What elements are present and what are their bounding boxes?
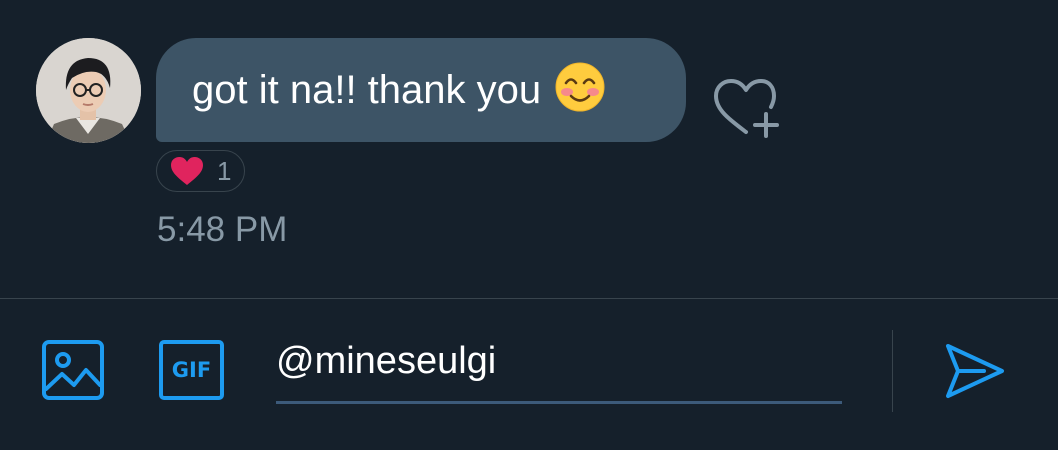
composer-divider <box>0 298 1058 299</box>
message-bubble[interactable]: got it na!! thank you <box>156 38 686 142</box>
composer-separator <box>892 330 893 412</box>
add-gif-button[interactable]: GIF <box>159 340 224 400</box>
image-icon <box>42 340 104 400</box>
reaction-count: 1 <box>217 155 232 186</box>
gif-icon: GIF <box>159 340 224 400</box>
send-button[interactable] <box>944 342 1006 400</box>
red-heart-icon <box>171 157 203 185</box>
heart-plus-icon <box>714 79 779 138</box>
sender-avatar[interactable] <box>36 38 141 143</box>
send-icon <box>946 344 1004 398</box>
message-input[interactable] <box>276 336 842 404</box>
reaction-pill[interactable]: 1 <box>156 150 245 192</box>
add-image-button[interactable] <box>42 340 104 400</box>
message-text: got it na!! thank you <box>192 67 542 112</box>
add-reaction-button[interactable] <box>710 76 782 140</box>
message-timestamp: 5:48 PM <box>157 210 288 249</box>
smiling-face-with-blushing-cheeks-icon <box>555 62 605 112</box>
